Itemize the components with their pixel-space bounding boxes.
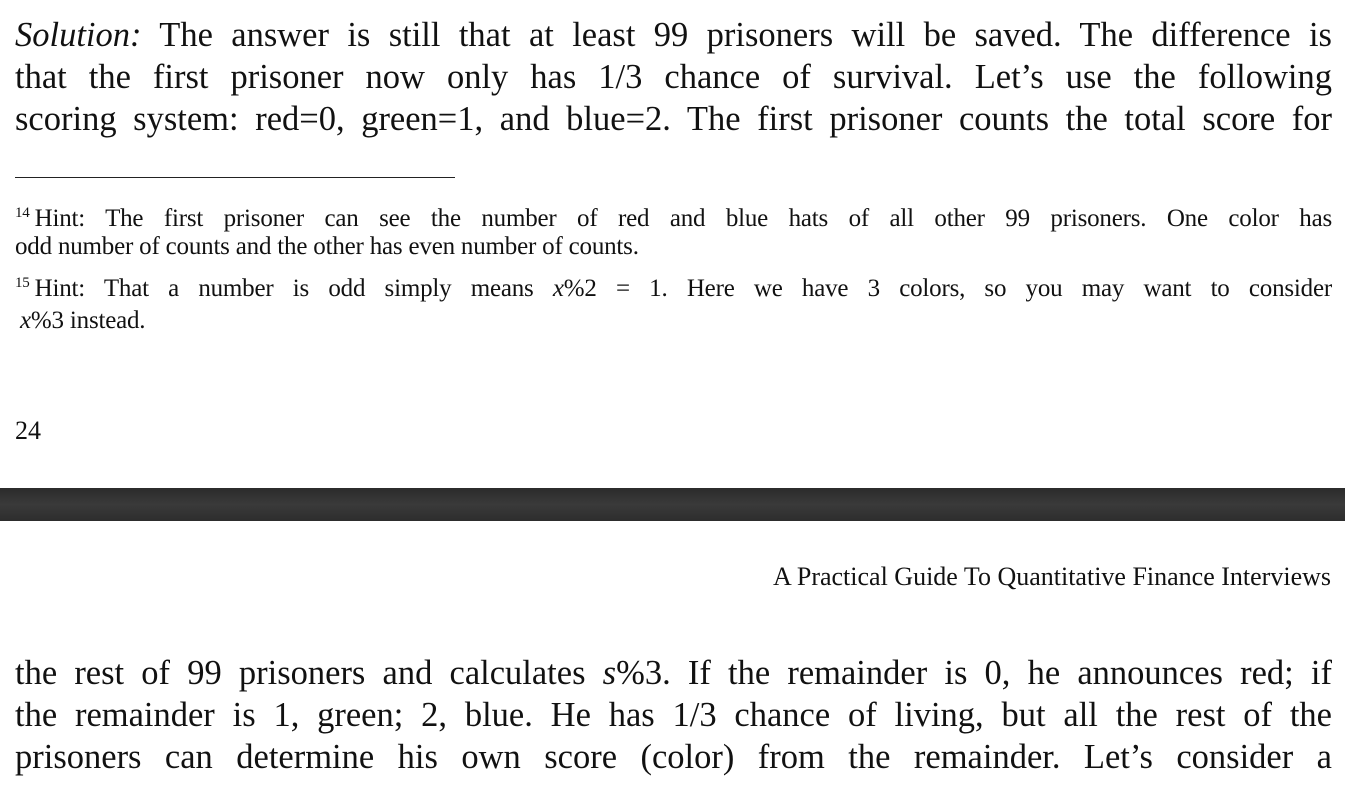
footnote-15-math-x: x: [552, 275, 564, 302]
footnote-14-text: Hint: The first prisoner can see the num…: [34, 205, 1333, 232]
continued-line-3: prisoners can determine his own score (c…: [15, 738, 1332, 776]
footnote-15-text-a: Hint: That a number is odd simply means: [34, 275, 553, 302]
footnote-15-text-c: instead.: [63, 307, 146, 334]
footnote-15-math-x2: x: [20, 307, 31, 334]
solution-line-2: that the first prisoner now only has 1/3…: [15, 58, 1332, 96]
solution-line-1: Solution: The answer is still that at le…: [15, 14, 1332, 56]
footnote-15-line-1: 15 Hint: That a number is odd simply mean…: [15, 266, 1332, 306]
page-number: 24: [15, 416, 41, 445]
footnote-separator: [15, 177, 455, 178]
solution-line-3: scoring system: red=0, green=1, and blue…: [15, 100, 1332, 138]
footnote-15-math-mod2: %2 = 1: [563, 275, 662, 302]
footnote-15-line-2: x%3 instead.: [20, 304, 1337, 338]
continued-line-1: the rest of 99 prisoners and calculates …: [15, 652, 1332, 694]
continued-line-2: the remainder is 1, green; 2, blue. He h…: [15, 696, 1332, 734]
footnote-15-text-b: . Here we have 3 colors, so you may want…: [661, 275, 1332, 302]
solution-label: Solution:: [15, 16, 142, 54]
page-top: Solution: The answer is still that at le…: [0, 0, 1345, 488]
continued-math-s: s: [602, 654, 617, 692]
solution-line-1-text: The answer is still that at least 99 pri…: [141, 16, 1332, 54]
footnote-14-line-2: odd number of counts and the other has e…: [15, 233, 639, 260]
footnote-15-mark: 15: [15, 275, 30, 291]
footnote-15-math-mod3: %3: [30, 307, 64, 334]
page-divider: [0, 488, 1345, 521]
continued-line-1-text-b: %3. If the remainder is 0, he announces …: [616, 654, 1332, 692]
running-header: A Practical Guide To Quantitative Financ…: [773, 562, 1331, 591]
footnote-14-mark: 14: [15, 205, 30, 221]
continued-line-1-text-a: the rest of 99 prisoners and calculates: [15, 654, 603, 692]
